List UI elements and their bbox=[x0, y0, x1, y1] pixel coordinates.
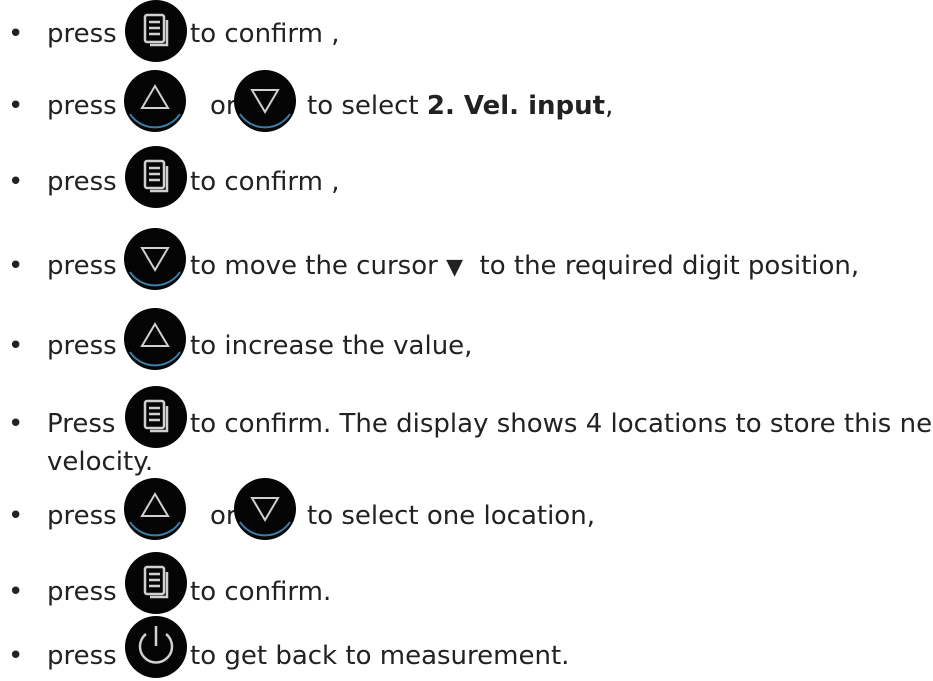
menu-confirm-button[interactable] bbox=[123, 144, 189, 210]
up-triangle-icon bbox=[124, 70, 186, 132]
list-item: • press to confirm. bbox=[0, 552, 933, 616]
up-triangle-icon bbox=[124, 308, 186, 370]
bullet: • bbox=[8, 91, 24, 121]
power-button[interactable] bbox=[123, 614, 189, 680]
down-button[interactable] bbox=[122, 226, 188, 292]
down-triangle-icon bbox=[124, 228, 186, 290]
step-text: to confirm. bbox=[190, 577, 332, 607]
menu-confirm-button[interactable] bbox=[123, 0, 189, 64]
down-triangle-icon bbox=[234, 70, 296, 132]
list-item: • press or to select one location, bbox=[0, 478, 933, 540]
bullet: • bbox=[8, 331, 24, 361]
list-item: • press to increase the value, bbox=[0, 308, 933, 370]
list-item: • press or to select 2. Vel. input, bbox=[0, 70, 933, 132]
list-item: • press to confirm , bbox=[0, 146, 933, 208]
cursor-symbol: ▼ bbox=[446, 255, 463, 280]
power-icon bbox=[125, 616, 187, 678]
bullet: • bbox=[8, 641, 24, 671]
bullet: • bbox=[8, 19, 24, 49]
step-text-part: to select bbox=[307, 91, 427, 121]
step-text-part: to the required digit position, bbox=[462, 251, 860, 281]
up-button[interactable] bbox=[122, 476, 188, 542]
up-button[interactable] bbox=[122, 306, 188, 372]
list-item: • Press to confirm. The display shows 4 … bbox=[0, 386, 933, 477]
up-triangle-icon bbox=[124, 478, 186, 540]
down-button[interactable] bbox=[232, 476, 298, 542]
menu-confirm-button[interactable] bbox=[123, 550, 189, 616]
press-label: Press bbox=[47, 409, 116, 439]
down-triangle-icon bbox=[234, 478, 296, 540]
menu-option-name: 2. Vel. input bbox=[426, 91, 606, 121]
menu-confirm-icon bbox=[125, 386, 187, 448]
menu-confirm-icon bbox=[125, 0, 187, 62]
press-label: press bbox=[47, 91, 117, 121]
bullet: • bbox=[8, 501, 24, 531]
bullet: • bbox=[8, 577, 24, 607]
press-label: press bbox=[47, 641, 117, 671]
step-text: to get back to measurement. bbox=[190, 641, 570, 671]
bullet: • bbox=[8, 251, 24, 281]
list-item: • press to confirm , bbox=[0, 0, 933, 62]
step-text: to increase the value, bbox=[190, 331, 473, 361]
step-text-part: to move the cursor bbox=[190, 251, 447, 281]
list-item: • press to get back to measurement. bbox=[0, 616, 933, 680]
step-text: to confirm , bbox=[190, 167, 340, 197]
step-text: to confirm , bbox=[190, 19, 340, 49]
press-label: press bbox=[47, 167, 117, 197]
step-text: to select one location, bbox=[307, 501, 595, 531]
press-label: press bbox=[47, 501, 117, 531]
down-button[interactable] bbox=[232, 68, 298, 134]
menu-confirm-button[interactable] bbox=[123, 384, 189, 450]
step-text-continuation: velocity. bbox=[47, 447, 154, 477]
list-item: • press to move the cursor ▼ to the requ… bbox=[0, 228, 933, 290]
step-text-part: , bbox=[605, 91, 614, 121]
step-text: to confirm. The display shows 4 location… bbox=[190, 409, 933, 439]
press-label: press bbox=[47, 251, 117, 281]
step-text: to move the cursor ▼ to the required dig… bbox=[190, 250, 859, 284]
press-label: press bbox=[47, 331, 117, 361]
menu-confirm-icon bbox=[125, 552, 187, 614]
up-button[interactable] bbox=[122, 68, 188, 134]
bullet: • bbox=[8, 167, 24, 197]
menu-confirm-icon bbox=[125, 146, 187, 208]
step-text: to select 2. Vel. input, bbox=[307, 90, 613, 122]
press-label: press bbox=[47, 19, 117, 49]
bullet: • bbox=[8, 409, 24, 439]
press-label: press bbox=[47, 577, 117, 607]
